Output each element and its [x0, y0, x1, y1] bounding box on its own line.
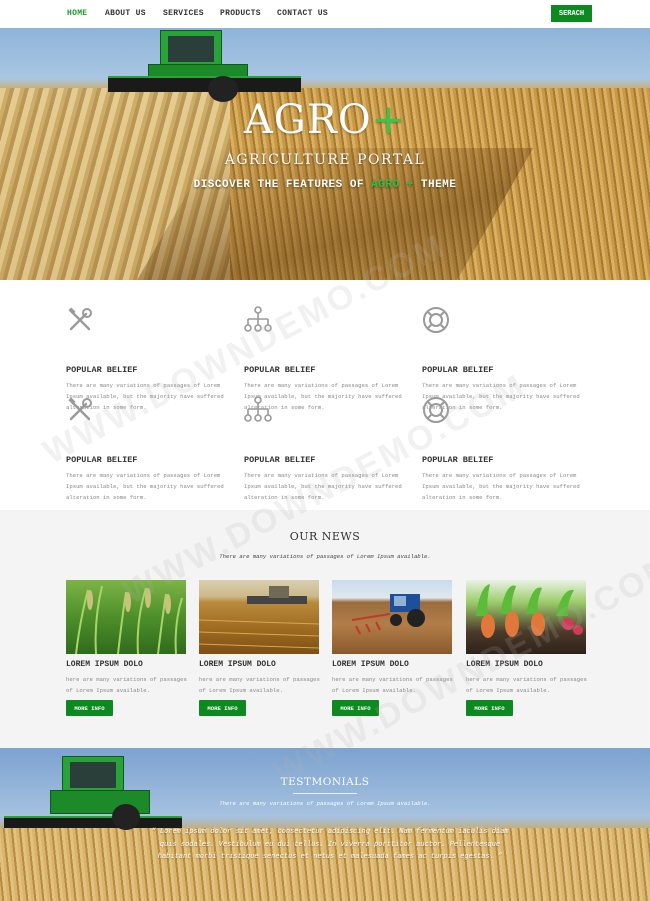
rice-plants-image: [66, 580, 186, 654]
combine-harvester-image: [108, 28, 303, 108]
news-card-title: LOREM IPSUM DOLO: [199, 660, 276, 669]
feature-title: POPULAR BELIEF: [422, 365, 494, 375]
feature-title: POPULAR BELIEF: [244, 365, 316, 375]
lifebuoy-icon: [423, 397, 449, 423]
feature-title: POPULAR BELIEF: [422, 455, 494, 465]
testimonials-subtitle: There are many variations of passages of…: [219, 800, 431, 807]
feature-text: There are many variations of passages of…: [244, 472, 402, 501]
features-section: POPULAR BELIEF There are many variations…: [0, 280, 650, 510]
tractor-field-image: [332, 580, 452, 654]
more-info-button[interactable]: MORE INFO: [199, 700, 246, 716]
title-divider: [293, 793, 357, 794]
nav-contact-us[interactable]: CONTACT US: [277, 9, 328, 18]
nav-about-us[interactable]: ABOUT US: [105, 9, 146, 18]
hero-tagline: DISCOVER THE FEATURES OF AGRO + THEME: [193, 179, 457, 191]
tools-icon: [68, 397, 92, 421]
testimonials-section: TESTMONIALS There are many variations of…: [0, 748, 650, 901]
top-navbar: HOME ABOUT US SERVICES PRODUCTS CONTACT …: [0, 0, 650, 28]
news-card-title: LOREM IPSUM DOLO: [332, 660, 409, 669]
carrots-image: [466, 580, 586, 654]
network-icon: [244, 396, 272, 422]
news-card-title: LOREM IPSUM DOLO: [466, 660, 543, 669]
nav-products[interactable]: PRODUCTS: [220, 9, 261, 18]
more-info-button[interactable]: MORE INFO: [332, 700, 379, 716]
news-card-title: LOREM IPSUM DOLO: [66, 660, 143, 669]
feature-text: There are many variations of passages of…: [422, 472, 580, 501]
feature-text: There are many variations of passages of…: [66, 472, 224, 501]
more-info-button[interactable]: MORE INFO: [66, 700, 113, 716]
feature-title: POPULAR BELIEF: [66, 455, 138, 465]
nav-services[interactable]: SERVICES: [163, 9, 204, 18]
wheat-harvest-image: [199, 580, 319, 654]
news-card-text: here are many variations of passages of …: [466, 676, 587, 694]
lifebuoy-icon: [423, 307, 449, 333]
hero-banner: AGRO+ AGRICULTURE PORTAL DISCOVER THE FE…: [0, 28, 650, 280]
testimonial-quote: “ Lorem ipsum dolor sit amet, consectetu…: [151, 828, 509, 861]
news-title: OUR NEWS: [289, 530, 361, 543]
combine-harvester-image: [0, 754, 185, 834]
news-section: OUR NEWS There are many variations of pa…: [0, 510, 650, 748]
testimonials-title: TESTMONIALS: [280, 776, 370, 788]
feature-title: POPULAR BELIEF: [244, 455, 316, 465]
search-button[interactable]: SERACH: [551, 5, 592, 22]
feature-title: POPULAR BELIEF: [66, 365, 138, 375]
nav-home[interactable]: HOME: [67, 9, 87, 18]
more-info-button[interactable]: MORE INFO: [466, 700, 513, 716]
news-card-text: here are many variations of passages of …: [66, 676, 187, 694]
hero-subtitle: AGRICULTURE PORTAL: [224, 152, 426, 168]
network-icon: [244, 306, 272, 332]
news-subtitle: There are many variations of passages of…: [219, 553, 431, 560]
hero-title: AGRO+: [243, 97, 407, 143]
news-card-text: here are many variations of passages of …: [199, 676, 320, 694]
tools-icon: [68, 307, 92, 331]
news-card-text: here are many variations of passages of …: [332, 676, 453, 694]
